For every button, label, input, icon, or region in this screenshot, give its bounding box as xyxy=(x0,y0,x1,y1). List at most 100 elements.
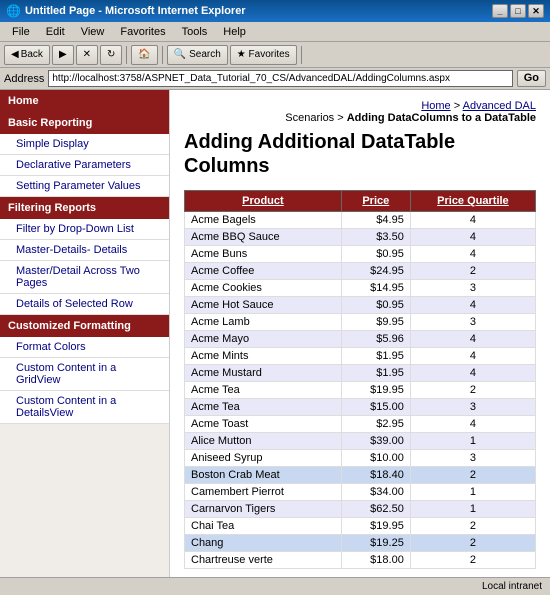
address-bar: Address Go xyxy=(0,68,550,90)
cell-quartile: 2 xyxy=(410,263,535,280)
sidebar-item-master-detail-two-pages[interactable]: Master/Detail Across Two Pages xyxy=(0,261,169,294)
cell-product: Chartreuse verte xyxy=(185,552,342,569)
cell-price: $0.95 xyxy=(341,246,410,263)
cell-product: Aniseed Syrup xyxy=(185,450,342,467)
col-header-quartile[interactable]: Price Quartile xyxy=(410,191,535,212)
search-button[interactable]: 🔍 Search xyxy=(167,45,228,65)
status-bar: Local intranet xyxy=(0,577,550,595)
sidebar-item-setting-parameter-values[interactable]: Setting Parameter Values xyxy=(0,176,169,197)
cell-price: $19.25 xyxy=(341,535,410,552)
back-button[interactable]: ◀ Back xyxy=(4,45,50,65)
col-header-product[interactable]: Product xyxy=(185,191,342,212)
cell-price: $0.95 xyxy=(341,297,410,314)
sidebar-item-custom-content-detailsview[interactable]: Custom Content in a DetailsView xyxy=(0,391,169,424)
cell-quartile: 3 xyxy=(410,450,535,467)
sidebar-item-details-selected-row[interactable]: Details of Selected Row xyxy=(0,294,169,315)
sidebar-item-filter-dropdown[interactable]: Filter by Drop-Down List xyxy=(0,219,169,240)
table-row[interactable]: Chartreuse verte$18.002 xyxy=(185,552,536,569)
table-row[interactable]: Chang$19.252 xyxy=(185,535,536,552)
breadcrumb-current: Adding DataColumns to a DataTable xyxy=(347,112,536,124)
cell-price: $24.95 xyxy=(341,263,410,280)
cell-price: $3.50 xyxy=(341,229,410,246)
cell-quartile: 4 xyxy=(410,246,535,263)
table-row[interactable]: Acme Hot Sauce$0.954 xyxy=(185,297,536,314)
cell-price: $5.96 xyxy=(341,331,410,348)
table-row[interactable]: Acme Buns$0.954 xyxy=(185,246,536,263)
cell-quartile: 4 xyxy=(410,212,535,229)
cell-quartile: 2 xyxy=(410,518,535,535)
sidebar-item-master-details[interactable]: Master-Details- Details xyxy=(0,240,169,261)
cell-price: $1.95 xyxy=(341,348,410,365)
menu-tools[interactable]: Tools xyxy=(174,24,216,40)
cell-price: $9.95 xyxy=(341,314,410,331)
sidebar-header-filtering-reports[interactable]: Filtering Reports xyxy=(0,197,169,219)
table-row[interactable]: Alice Mutton$39.001 xyxy=(185,433,536,450)
cell-product: Chai Tea xyxy=(185,518,342,535)
cell-product: Acme Tea xyxy=(185,399,342,416)
breadcrumb-home[interactable]: Home xyxy=(421,100,450,112)
favorites-button[interactable]: ★ Favorites xyxy=(230,45,297,65)
cell-price: $19.95 xyxy=(341,382,410,399)
table-row[interactable]: Carnarvon Tigers$62.501 xyxy=(185,501,536,518)
table-row[interactable]: Acme Tea$15.003 xyxy=(185,399,536,416)
menu-file[interactable]: File xyxy=(4,24,38,40)
cell-quartile: 4 xyxy=(410,229,535,246)
minimize-button[interactable]: _ xyxy=(492,4,508,18)
close-button[interactable]: ✕ xyxy=(528,4,544,18)
sidebar-item-declarative-parameters[interactable]: Declarative Parameters xyxy=(0,155,169,176)
table-row[interactable]: Chai Tea$19.952 xyxy=(185,518,536,535)
menu-favorites[interactable]: Favorites xyxy=(112,24,173,40)
cell-product: Acme Toast xyxy=(185,416,342,433)
table-row[interactable]: Acme Mints$1.954 xyxy=(185,348,536,365)
menu-view[interactable]: View xyxy=(73,24,113,40)
stop-button[interactable]: ✕ xyxy=(76,45,98,65)
cell-quartile: 4 xyxy=(410,348,535,365)
table-row[interactable]: Acme Toast$2.954 xyxy=(185,416,536,433)
home-button[interactable]: 🏠 xyxy=(131,45,157,65)
sidebar-header-basic-reporting[interactable]: Basic Reporting xyxy=(0,112,169,134)
table-row[interactable]: Aniseed Syrup$10.003 xyxy=(185,450,536,467)
data-table: Product Price Price Quartile Acme Bagels… xyxy=(184,190,536,569)
cell-quartile: 3 xyxy=(410,280,535,297)
sidebar-header-customized-formatting[interactable]: Customized Formatting xyxy=(0,315,169,337)
table-row[interactable]: Acme BBQ Sauce$3.504 xyxy=(185,229,536,246)
breadcrumb-advanced-dal[interactable]: Advanced DAL xyxy=(463,100,536,112)
table-row[interactable]: Acme Mayo$5.964 xyxy=(185,331,536,348)
cell-price: $15.00 xyxy=(341,399,410,416)
cell-product: Acme Bagels xyxy=(185,212,342,229)
refresh-button[interactable]: ↻ xyxy=(100,45,122,65)
cell-product: Alice Mutton xyxy=(185,433,342,450)
cell-price: $4.95 xyxy=(341,212,410,229)
maximize-button[interactable]: □ xyxy=(510,4,526,18)
page-title: Adding Additional DataTable Columns xyxy=(184,130,536,178)
cell-product: Acme Mints xyxy=(185,348,342,365)
table-row[interactable]: Acme Lamb$9.953 xyxy=(185,314,536,331)
sidebar-item-custom-content-gridview[interactable]: Custom Content in a GridView xyxy=(0,358,169,391)
forward-button[interactable]: ▶ xyxy=(52,45,74,65)
sidebar-header-home[interactable]: Home xyxy=(0,90,169,112)
col-header-price[interactable]: Price xyxy=(341,191,410,212)
cell-product: Chang xyxy=(185,535,342,552)
cell-price: $18.40 xyxy=(341,467,410,484)
cell-product: Acme Cookies xyxy=(185,280,342,297)
sidebar-item-simple-display[interactable]: Simple Display xyxy=(0,134,169,155)
table-row[interactable]: Boston Crab Meat$18.402 xyxy=(185,467,536,484)
sidebar-item-format-colors[interactable]: Format Colors xyxy=(0,337,169,358)
cell-product: Acme Mustard xyxy=(185,365,342,382)
menu-edit[interactable]: Edit xyxy=(38,24,73,40)
toolbar-separator xyxy=(126,46,127,64)
go-button[interactable]: Go xyxy=(517,70,546,87)
back-icon: ◀ xyxy=(11,49,19,60)
cell-product: Acme Tea xyxy=(185,382,342,399)
table-row[interactable]: Acme Tea$19.952 xyxy=(185,382,536,399)
cell-product: Acme Hot Sauce xyxy=(185,297,342,314)
title-bar-buttons[interactable]: _ □ ✕ xyxy=(492,4,544,18)
table-row[interactable]: Acme Coffee$24.952 xyxy=(185,263,536,280)
table-row[interactable]: Acme Mustard$1.954 xyxy=(185,365,536,382)
address-input[interactable] xyxy=(48,70,512,87)
menu-help[interactable]: Help xyxy=(215,24,254,40)
table-row[interactable]: Camembert Pierrot$34.001 xyxy=(185,484,536,501)
table-row[interactable]: Acme Bagels$4.954 xyxy=(185,212,536,229)
cell-price: $2.95 xyxy=(341,416,410,433)
table-row[interactable]: Acme Cookies$14.953 xyxy=(185,280,536,297)
